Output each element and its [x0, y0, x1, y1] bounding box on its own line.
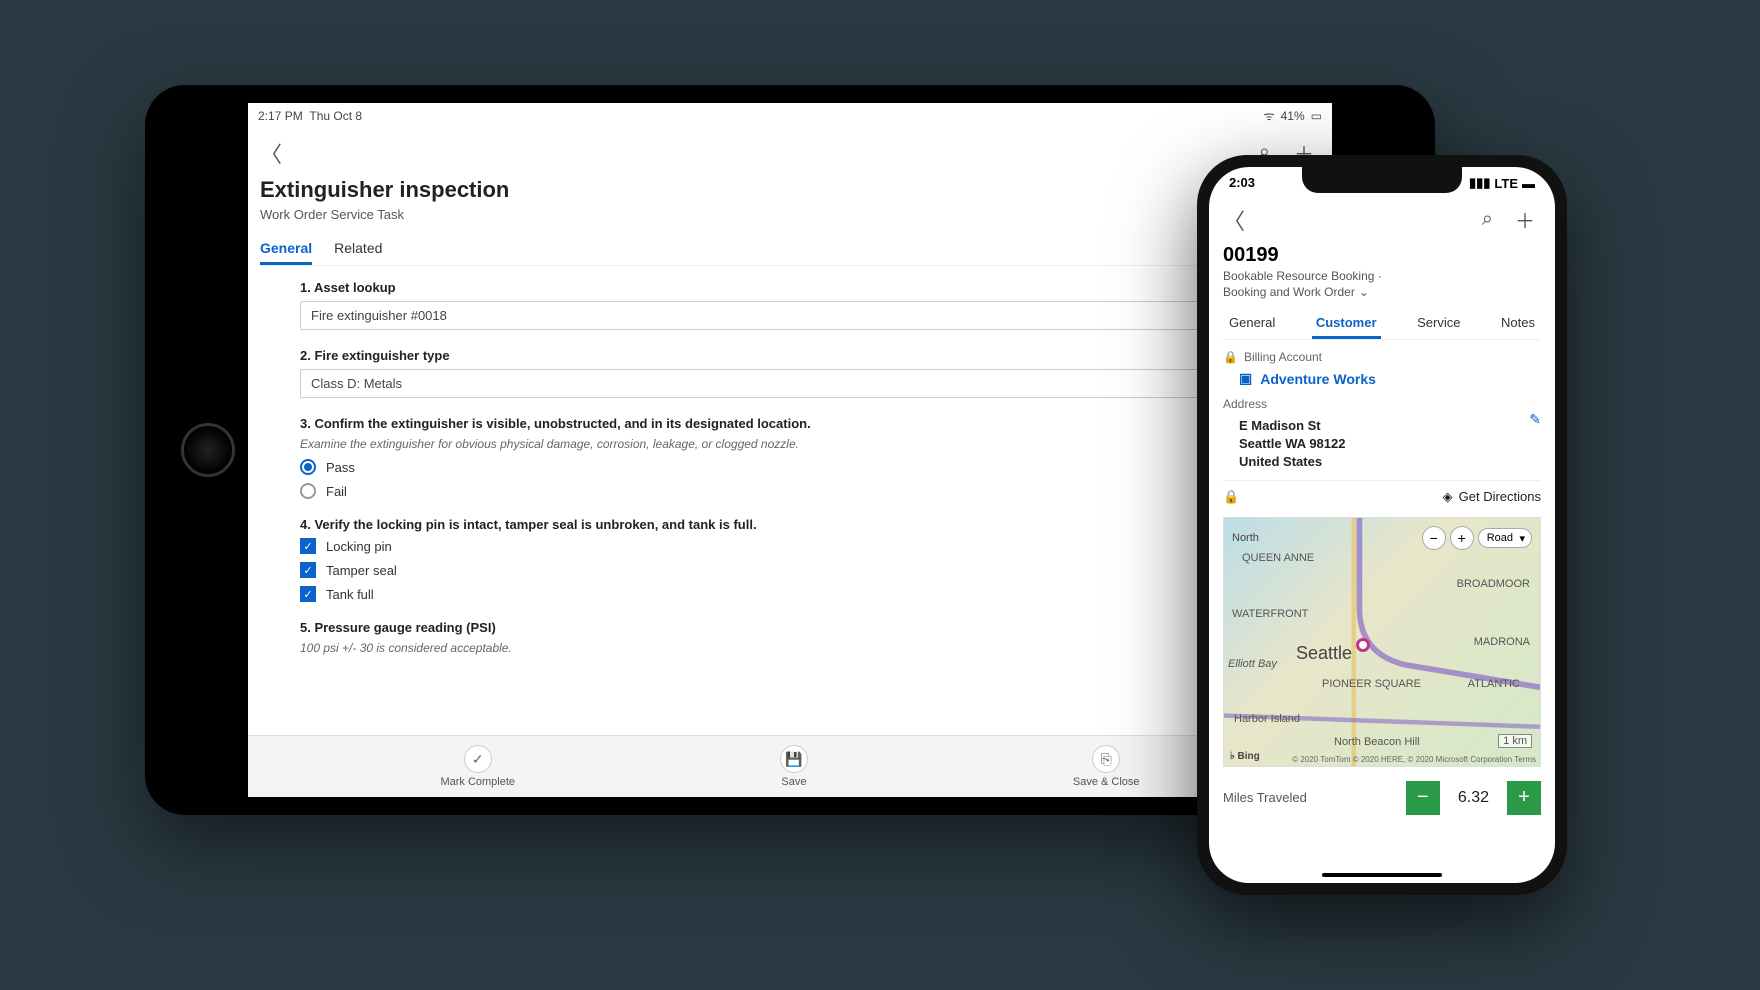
billing-account-link[interactable]: ▣Adventure Works	[1223, 370, 1541, 387]
check-locking-pin[interactable]: ✓Locking pin	[300, 538, 1280, 554]
map-label: WATERFRONT	[1232, 608, 1308, 620]
asset-lookup-input[interactable]	[300, 301, 1280, 330]
tab-service[interactable]: Service	[1413, 309, 1464, 339]
map-label: Harbor Island	[1234, 713, 1300, 725]
radio-pass[interactable]: Pass	[300, 459, 1280, 475]
zoom-in-button[interactable]: +	[1450, 526, 1474, 550]
battery-icon: ▭	[1311, 109, 1322, 123]
map-label: MADRONA	[1474, 636, 1530, 648]
check-tamper-seal[interactable]: ✓Tamper seal	[300, 562, 1280, 578]
save-close-icon: ⎘	[1092, 745, 1120, 773]
billing-label: 🔒Billing Account	[1223, 350, 1541, 364]
phone-time: 2:03	[1229, 175, 1255, 191]
map-label-north: North	[1232, 532, 1259, 544]
battery-percent: 41%	[1281, 109, 1305, 123]
add-icon[interactable]: ＋	[1509, 201, 1541, 238]
address-value: E Madison St Seattle WA 98122 United Sta…	[1223, 417, 1345, 472]
page-title: Extinguisher inspection	[260, 177, 1320, 203]
tab-related[interactable]: Related	[334, 234, 382, 265]
account-icon: ▣	[1239, 370, 1252, 387]
chevron-down-icon: ▾	[1519, 532, 1525, 545]
extinguisher-type-select[interactable]: Class D: Metals	[300, 369, 1280, 398]
tablet-statusbar: 2:17 PM Thu Oct 8 ᯤ 41% ▭	[248, 103, 1332, 126]
q5-help: 100 psi +/- 30 is considered acceptable.	[300, 641, 1280, 655]
page-subtitle: Work Order Service Task	[260, 207, 1320, 222]
phone-device: 2:03 ▮▮▮ LTE ▬ 〈 ⌕ ＋ 00199 Bookable Reso…	[1197, 155, 1567, 895]
tab-customer[interactable]: Customer	[1312, 309, 1381, 339]
q2-label: 2. Fire extinguisher type	[300, 348, 1280, 363]
q1-label: 1. Asset lookup	[300, 280, 1280, 295]
map-type-select[interactable]: Road ▾	[1478, 528, 1532, 548]
miles-stepper: − 6.32 +	[1406, 781, 1541, 815]
map-view[interactable]: North − + Road ▾ QUEEN ANNE BROADMOOR WA…	[1223, 517, 1541, 767]
back-button[interactable]: 〈	[260, 137, 282, 169]
checkbox-icon: ✓	[300, 538, 316, 554]
directions-icon: ◈	[1443, 489, 1453, 505]
search-icon[interactable]: ⌕	[1476, 204, 1499, 235]
map-attribution: © 2020 TomTom © 2020 HERE, © 2020 Micros…	[1292, 755, 1536, 764]
miles-label: Miles Traveled	[1223, 790, 1307, 805]
map-label: QUEEN ANNE	[1242, 552, 1314, 564]
tab-bar: General Related	[260, 234, 1320, 266]
miles-value: 6.32	[1458, 789, 1489, 807]
bing-logo: ♭ Bing	[1230, 751, 1260, 762]
chevron-down-icon: ⌄	[1359, 285, 1369, 299]
map-label: Elliott Bay	[1228, 658, 1277, 670]
check-icon: ✓	[464, 745, 492, 773]
booking-number: 00199	[1223, 244, 1541, 267]
q3-label: 3. Confirm the extinguisher is visible, …	[300, 416, 1280, 431]
map-label: BROADMOOR	[1457, 578, 1530, 590]
address-label: Address	[1223, 397, 1541, 411]
signal-icon: ▮▮▮	[1469, 175, 1490, 191]
map-label: ATLANTIC	[1468, 678, 1520, 690]
q5-label: 5. Pressure gauge reading (PSI)	[300, 620, 1280, 635]
checkbox-icon: ✓	[300, 562, 316, 578]
radio-fail[interactable]: Fail	[300, 483, 1280, 499]
save-icon: 💾	[780, 745, 808, 773]
edit-icon[interactable]: ✎	[1529, 411, 1541, 428]
status-date: Thu Oct 8	[309, 109, 362, 123]
phone-tabs: General Customer Service Notes	[1223, 309, 1541, 340]
tab-notes[interactable]: Notes	[1497, 309, 1539, 339]
tablet-home-button[interactable]	[181, 423, 235, 477]
miles-increment-button[interactable]: +	[1507, 781, 1541, 815]
signal-label: LTE	[1494, 176, 1518, 191]
booking-view[interactable]: Booking and Work Order ⌄	[1223, 285, 1541, 299]
tab-general[interactable]: General	[1225, 309, 1279, 339]
save-button[interactable]: 💾 Save	[780, 745, 808, 788]
radio-icon	[300, 483, 316, 499]
save-close-button[interactable]: ⎘ Save & Close	[1073, 745, 1140, 788]
tab-general[interactable]: General	[260, 234, 312, 265]
booking-type: Bookable Resource Booking ·	[1223, 269, 1541, 283]
map-label: PIONEER SQUARE	[1322, 678, 1421, 690]
q4-label: 4. Verify the locking pin is intact, tam…	[300, 517, 1280, 532]
back-button[interactable]: 〈	[1223, 204, 1245, 236]
battery-icon: ▬	[1522, 176, 1535, 191]
radio-icon	[300, 459, 316, 475]
mark-complete-button[interactable]: ✓ Mark Complete	[440, 745, 515, 788]
checkbox-icon: ✓	[300, 586, 316, 602]
get-directions-link[interactable]: ◈Get Directions	[1443, 489, 1541, 505]
zoom-out-button[interactable]: −	[1422, 526, 1446, 550]
map-scale: 1 km	[1498, 734, 1532, 748]
lock-icon: 🔒	[1223, 350, 1238, 364]
map-label: North Beacon Hill	[1334, 736, 1420, 748]
wifi-icon: ᯤ	[1264, 107, 1275, 124]
lock-icon: 🔒	[1223, 489, 1239, 505]
q3-help: Examine the extinguisher for obvious phy…	[300, 437, 1280, 451]
miles-decrement-button[interactable]: −	[1406, 781, 1440, 815]
status-time: 2:17 PM	[258, 109, 303, 123]
check-tank-full[interactable]: ✓Tank full	[300, 586, 1280, 602]
map-pin-icon	[1356, 638, 1370, 652]
home-indicator[interactable]	[1322, 873, 1442, 877]
map-city-label: Seattle	[1296, 643, 1352, 664]
phone-notch	[1302, 167, 1462, 193]
bottom-toolbar: ✓ Mark Complete 💾 Save ⎘ Save & Close	[248, 735, 1332, 797]
